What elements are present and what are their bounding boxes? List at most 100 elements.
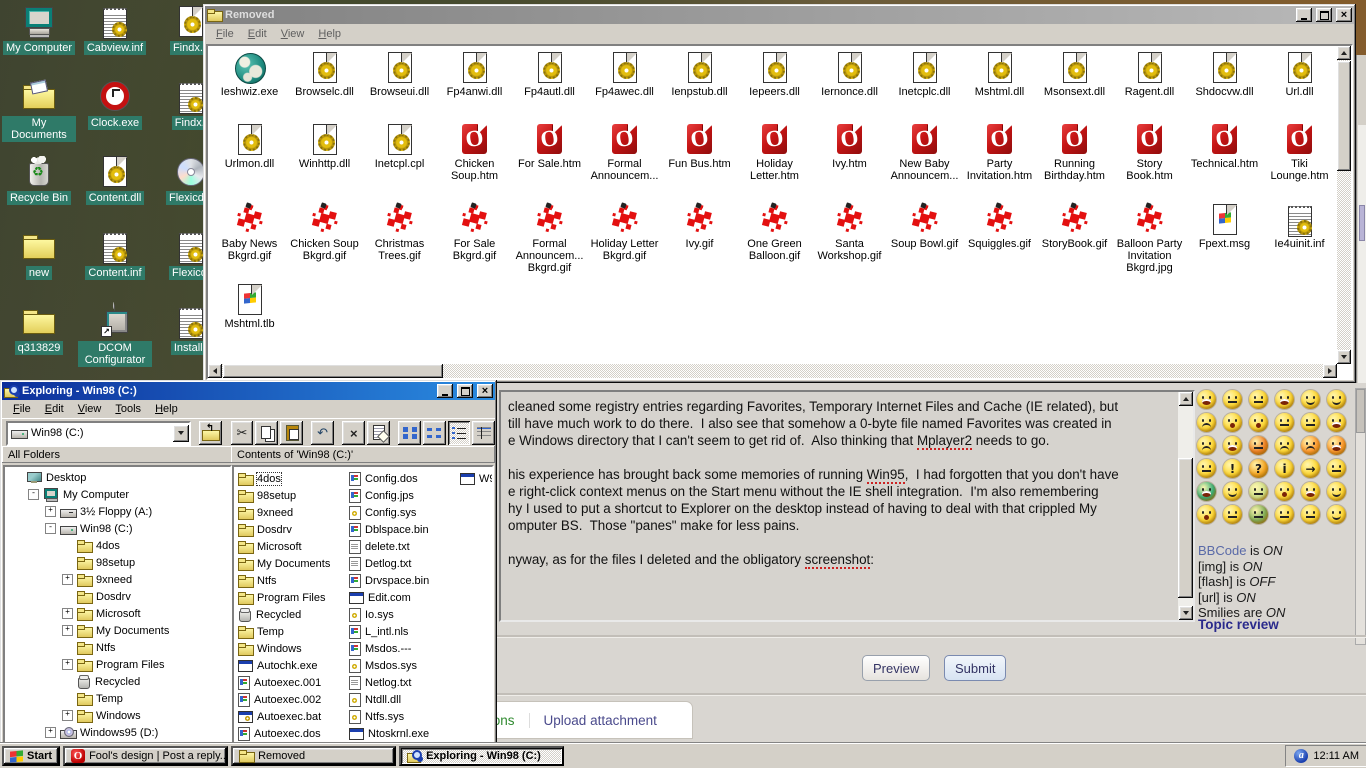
menu-file[interactable]: File: [209, 26, 241, 42]
scroll-down-button[interactable]: [1179, 606, 1193, 620]
file-icon-technical-htm[interactable]: Technical.htm: [1187, 124, 1262, 182]
file-icon-ienpstub-dll[interactable]: Ienpstub.dll: [662, 52, 737, 98]
file-item-netlog-txt[interactable]: Netlog.txt: [349, 674, 429, 691]
details-view-button[interactable]: [472, 421, 495, 445]
tree-item-windows95-d-[interactable]: +Windows95 (D:): [5, 724, 230, 741]
file-icon-story-book-htm[interactable]: Story Book.htm: [1112, 124, 1187, 182]
tree-item-win98-c-[interactable]: -Win98 (C:): [5, 520, 230, 537]
tree-item-ntfs[interactable]: Ntfs: [5, 639, 230, 656]
smiley-laugh[interactable]: [1301, 482, 1320, 501]
file-icon-santa-workshop-gif[interactable]: Santa Workshop.gif: [812, 204, 887, 274]
file-item-autoexec-bat[interactable]: Autoexec.bat: [238, 708, 330, 725]
tree-item-my-documents[interactable]: +My Documents: [5, 622, 230, 639]
large-icons-view-button[interactable]: [398, 421, 421, 445]
menu-tools[interactable]: Tools: [108, 401, 148, 417]
file-item-l-intl-nls[interactable]: L_intl.nls: [349, 623, 429, 640]
tree-expand-minus[interactable]: -: [28, 489, 39, 500]
textarea-scrollbar-thumb[interactable]: [1178, 458, 1193, 598]
file-icon-mshtml-tlb[interactable]: Mshtml.tlb: [212, 284, 287, 330]
file-icon-inetcplc-dll[interactable]: Inetcplc.dll: [887, 52, 962, 98]
tree-expand-plus[interactable]: +: [62, 710, 73, 721]
file-icon-party-invitation-htm[interactable]: Party Invitation.htm: [962, 124, 1037, 182]
file-item-config-jps[interactable]: Config.jps: [349, 487, 429, 504]
smiley-lol[interactable]: [1327, 413, 1346, 432]
tree-item-9xneed[interactable]: +9xneed: [5, 571, 230, 588]
file-icon-browselc-dll[interactable]: Browselc.dll: [287, 52, 362, 98]
file-item-9xneed[interactable]: 9xneed: [238, 504, 330, 521]
smiley-uhh[interactable]: [1275, 482, 1294, 501]
menu-edit[interactable]: Edit: [241, 26, 274, 42]
file-item-msdos-[interactable]: Msdos.---: [349, 640, 429, 657]
preview-button[interactable]: Preview: [862, 655, 930, 681]
bbcode-link[interactable]: BBCode: [1198, 543, 1246, 558]
hscroll-thumb[interactable]: [223, 364, 443, 378]
desktop-icon-recycle-bin[interactable]: Recycle Bin: [2, 156, 76, 205]
file-icon-fp4autl-dll[interactable]: Fp4autl.dll: [512, 52, 587, 98]
combo-drop-button[interactable]: [173, 425, 189, 442]
smiley-hmm[interactable]: [1223, 390, 1242, 409]
smiley-sad[interactable]: [1197, 413, 1216, 432]
smiley-eek[interactable]: [1249, 413, 1268, 432]
file-item-io-sys[interactable]: Io.sys: [349, 606, 429, 623]
menu-file[interactable]: File: [6, 401, 38, 417]
file-icon-fun-bus-htm[interactable]: Fun Bus.htm: [662, 124, 737, 182]
desktop-icon-clock-exe[interactable]: Clock.exe: [78, 81, 152, 130]
file-item-program-files[interactable]: Program Files: [238, 589, 330, 606]
smiley-mad[interactable]: [1197, 436, 1216, 455]
tree-expand-plus[interactable]: +: [62, 574, 73, 585]
properties-button[interactable]: [367, 421, 390, 445]
desktop-icon-cabview-inf[interactable]: Cabview.inf: [78, 6, 152, 55]
close-button[interactable]: ×: [477, 384, 493, 398]
tree-item-desktop[interactable]: Desktop: [5, 469, 230, 486]
file-item-ntfs[interactable]: Ntfs: [238, 572, 330, 589]
file-icon-ragent-dll[interactable]: Ragent.dll: [1112, 52, 1187, 98]
file-icon-browseui-dll[interactable]: Browseui.dll: [362, 52, 437, 98]
smiley-rolleyes[interactable]: [1197, 459, 1216, 478]
file-icon-fpext-msg[interactable]: Fpext.msg: [1187, 204, 1262, 274]
scroll-up-button[interactable]: [1179, 392, 1193, 406]
smiley-wink[interactable]: [1327, 390, 1346, 409]
file-item-my-documents[interactable]: My Documents: [238, 555, 330, 572]
file-icon-holiday-letter-htm[interactable]: Holiday Letter.htm: [737, 124, 812, 182]
tree-item-microsoft[interactable]: +Microsoft: [5, 605, 230, 622]
file-icon-iepeers-dll[interactable]: Iepeers.dll: [737, 52, 812, 98]
smiley-shock[interactable]: [1197, 390, 1216, 409]
small-icons-view-button[interactable]: [423, 421, 446, 445]
file-item-4dos[interactable]: 4dos: [238, 470, 330, 487]
smiley-geek[interactable]: [1223, 482, 1242, 501]
file-icon-msonsext-dll[interactable]: Msonsext.dll: [1037, 52, 1112, 98]
file-icon-ivy-gif[interactable]: Ivy.gif: [662, 204, 737, 274]
tree-item-3-floppy-a-[interactable]: +3½ Floppy (A:): [5, 503, 230, 520]
file-item-w98[interactable]: W98: [460, 470, 494, 487]
file-icon-running-birthday-htm[interactable]: Running Birthday.htm: [1037, 124, 1112, 182]
smiley-embarrassed[interactable]: [1249, 436, 1268, 455]
smiley-sick[interactable]: [1249, 505, 1268, 524]
delete-button[interactable]: ×: [342, 421, 365, 445]
file-icon-balloon-party-invitation-bkgrd-jpg[interactable]: Balloon Party Invitation Bkgrd.jpg: [1112, 204, 1187, 274]
tree-expand-plus[interactable]: +: [62, 659, 73, 670]
file-item-drvspace-bin[interactable]: Drvspace.bin: [349, 572, 429, 589]
smiley-scrollbar[interactable]: [1355, 388, 1366, 645]
menu-help[interactable]: Help: [148, 401, 185, 417]
smiley-smile[interactable]: [1301, 390, 1320, 409]
message-textarea[interactable]: cleaned some registry entries regarding …: [499, 390, 1195, 622]
tree-expand-minus[interactable]: -: [45, 523, 56, 534]
smiley-scrollbar-thumb[interactable]: [1356, 389, 1365, 433]
file-icon-chicken-soup-htm[interactable]: Chicken Soup.htm: [437, 124, 512, 182]
file-item-ntfs-sys[interactable]: Ntfs.sys: [349, 708, 429, 725]
desktop-icon-new[interactable]: new: [2, 231, 76, 280]
file-icon-one-green-balloon-gif[interactable]: One Green Balloon.gif: [737, 204, 812, 274]
file-icon-ivy-htm[interactable]: Ivy.htm: [812, 124, 887, 182]
copy-button[interactable]: [255, 421, 278, 445]
tree-expand-plus[interactable]: +: [62, 625, 73, 636]
menu-view[interactable]: View: [71, 401, 109, 417]
file-item-ntdll-dll[interactable]: Ntdll.dll: [349, 691, 429, 708]
desktop-icon-my-computer[interactable]: My Computer: [2, 6, 76, 55]
textarea-scrollbar[interactable]: [1178, 392, 1193, 620]
smiley-whistle[interactable]: [1197, 505, 1216, 524]
tree-item-dosdrv[interactable]: Dosdrv: [5, 588, 230, 605]
scroll-right-button[interactable]: [1323, 364, 1337, 378]
menu-help[interactable]: Help: [311, 26, 348, 42]
tree-item-windows[interactable]: +Windows: [5, 707, 230, 724]
file-item-config-sys[interactable]: Config.sys: [349, 504, 429, 521]
